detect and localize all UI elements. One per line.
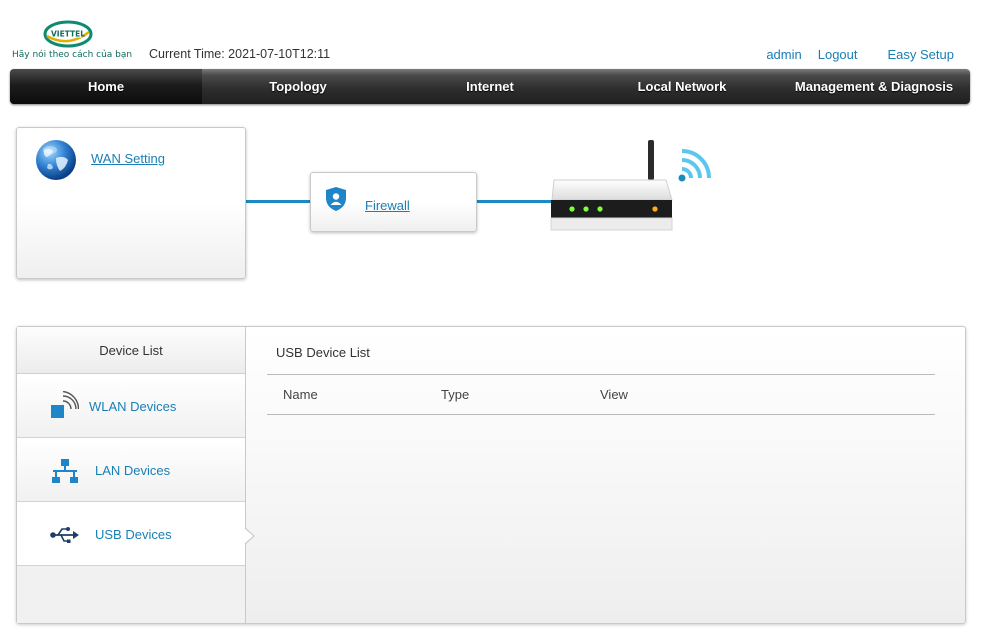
globe-icon bbox=[36, 140, 76, 180]
device-list-title: Device List bbox=[17, 327, 245, 374]
sidebar-item-usb-devices[interactable]: USB Devices bbox=[17, 502, 245, 566]
column-header-view: View bbox=[600, 387, 628, 402]
wan-card: WAN Setting bbox=[16, 127, 246, 279]
sidebar-item-wlan-devices[interactable]: WLAN Devices bbox=[17, 374, 245, 438]
device-list-sidebar: Device List WLAN Devices LAN Devices USB… bbox=[17, 327, 246, 623]
usb-device-table: Name Type View bbox=[267, 374, 935, 415]
table-header: Name Type View bbox=[267, 374, 935, 415]
tab-topology[interactable]: Topology bbox=[202, 69, 394, 104]
viettel-logo: VIETTEL Hãy nói theo cách của bạn bbox=[12, 16, 133, 64]
top-links: admin Logout Easy Setup bbox=[750, 47, 954, 62]
router-icon bbox=[550, 140, 711, 231]
tab-management-diagnosis[interactable]: Management & Diagnosis bbox=[778, 69, 970, 104]
logout-link[interactable]: Logout bbox=[818, 47, 858, 62]
lan-icon bbox=[52, 459, 78, 483]
admin-link[interactable]: admin bbox=[766, 47, 801, 62]
firewall-router-connector bbox=[477, 200, 551, 203]
tab-internet[interactable]: Internet bbox=[394, 69, 586, 104]
column-header-name: Name bbox=[283, 387, 318, 402]
device-panel: Device List WLAN Devices LAN Devices USB… bbox=[16, 326, 966, 624]
sidebar-item-label: LAN Devices bbox=[95, 463, 171, 478]
wan-firewall-connector bbox=[246, 200, 310, 203]
logo-slogan: Hãy nói theo cách của bạn bbox=[12, 50, 133, 60]
sidebar-item-lan-devices[interactable]: LAN Devices bbox=[17, 438, 245, 502]
column-header-type: Type bbox=[441, 387, 470, 402]
logo-text: VIETTEL bbox=[51, 30, 85, 39]
usb-icon bbox=[50, 527, 79, 543]
tab-home[interactable]: Home bbox=[10, 69, 202, 104]
sidebar-item-label: WLAN Devices bbox=[89, 399, 177, 414]
easy-setup-link[interactable]: Easy Setup bbox=[888, 47, 955, 62]
viettel-logo-icon: VIETTEL bbox=[43, 20, 93, 48]
current-time: Current Time: 2021-07-10T12:11 bbox=[149, 47, 331, 61]
wifi-icon bbox=[678, 149, 711, 182]
wlan-icon bbox=[51, 391, 79, 418]
active-item-pointer bbox=[245, 528, 255, 544]
firewall-link[interactable]: Firewall bbox=[365, 198, 410, 213]
sidebar-item-label: USB Devices bbox=[95, 527, 172, 542]
firewall-card: Firewall bbox=[310, 172, 477, 232]
usb-device-list-title: USB Device List bbox=[276, 345, 370, 360]
shield-icon bbox=[326, 187, 346, 211]
tab-local-network[interactable]: Local Network bbox=[586, 69, 778, 104]
main-navbar: Home Topology Internet Local Network Man… bbox=[10, 69, 970, 104]
wan-setting-link[interactable]: WAN Setting bbox=[91, 151, 165, 166]
